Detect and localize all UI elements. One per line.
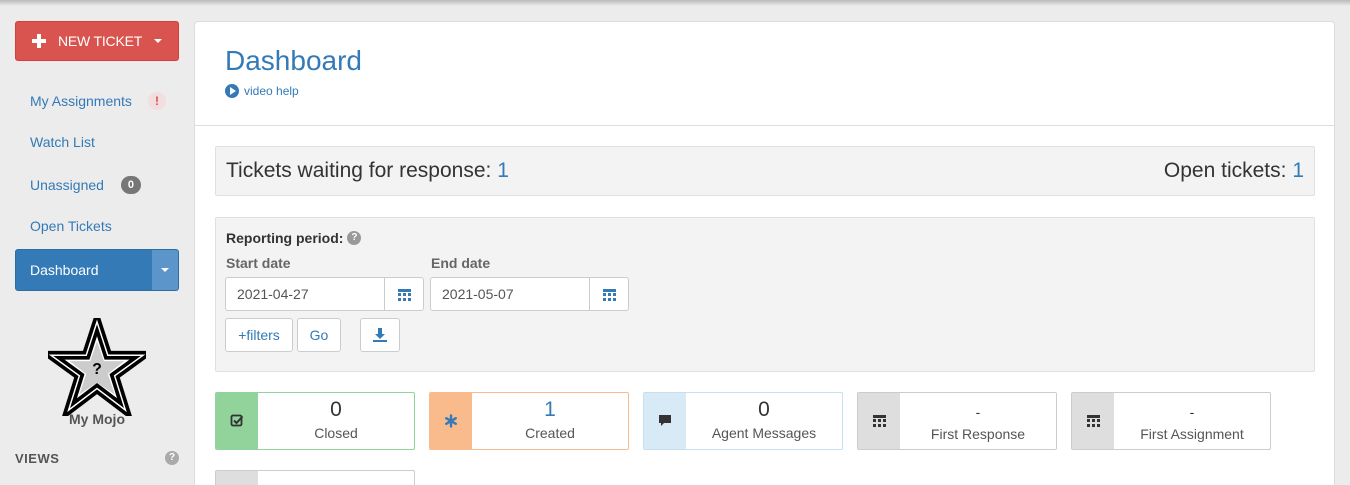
stat-value: - (975, 404, 981, 420)
ticket-summary-bar: Tickets waiting for response: 1 Open tic… (215, 146, 1315, 196)
mojo-question-mark: ? (92, 361, 102, 378)
reporting-period-label: Reporting period: ? (226, 230, 362, 246)
stat-value: 0 (330, 398, 342, 421)
waiting-count-link[interactable]: 1 (497, 159, 509, 182)
sidebar-item-label: My Assignments (30, 93, 132, 109)
go-button[interactable]: Go (297, 318, 341, 352)
open-summary: Open tickets: 1 (1164, 159, 1304, 183)
sidebar-item-watch-list[interactable]: Watch List (30, 134, 95, 150)
reporting-period-text: Reporting period: (226, 230, 344, 246)
stat-card-partial[interactable] (215, 470, 415, 485)
sidebar-item-label: Watch List (30, 134, 95, 150)
comment-icon (644, 393, 686, 449)
page-title: Dashboard (225, 45, 362, 76)
sidebar: NEW TICKET My Assignments ! Watch List U… (0, 0, 194, 485)
video-help-link[interactable]: video help (225, 84, 299, 98)
waiting-summary: Tickets waiting for response: 1 (226, 159, 509, 183)
open-count-link[interactable]: 1 (1292, 159, 1304, 182)
stat-value: - (1189, 404, 1195, 420)
video-help-label: video help (244, 84, 299, 98)
calendar-icon (397, 288, 411, 301)
stat-label: First Assignment (1140, 426, 1244, 442)
end-date-field (430, 277, 629, 311)
sidebar-item-label: Open Tickets (30, 218, 112, 234)
mojo-star-icon: ? (48, 318, 146, 416)
sidebar-item-open-tickets[interactable]: Open Tickets (30, 218, 112, 234)
sidebar-item-label: Unassigned (30, 177, 104, 193)
start-date-label: Start date (226, 255, 291, 271)
waiting-label: Tickets waiting for response: (226, 159, 492, 182)
check-square-icon (216, 393, 258, 449)
stat-card-closed[interactable]: 0 Closed (215, 392, 415, 450)
help-icon[interactable]: ? (165, 451, 179, 465)
start-date-calendar-button[interactable] (385, 278, 423, 310)
help-icon[interactable]: ? (347, 231, 362, 245)
end-date-label: End date (431, 255, 491, 271)
sidebar-item-my-assignments[interactable]: My Assignments ! (30, 92, 166, 110)
views-heading: VIEWS (15, 451, 60, 466)
filters-button[interactable]: +filters (225, 318, 293, 352)
calendar-icon (1072, 393, 1114, 449)
start-date-input[interactable] (226, 278, 385, 310)
download-icon (373, 328, 387, 342)
window-top-shadow (0, 0, 1350, 6)
download-button[interactable] (360, 318, 400, 352)
reporting-period-panel: Reporting period: ? Start date End date … (215, 217, 1315, 372)
alert-badge: ! (147, 92, 166, 110)
sidebar-item-label: Dashboard (30, 262, 99, 278)
stat-card-first-assignment[interactable]: - First Assignment (1071, 392, 1271, 450)
calendar-icon (602, 288, 616, 301)
calendar-icon (858, 393, 900, 449)
my-mojo[interactable]: ? My Mojo (47, 318, 147, 427)
stat-card-created[interactable]: 1 Created (429, 392, 629, 450)
start-date-field (225, 277, 424, 311)
sidebar-item-unassigned[interactable]: Unassigned 0 (30, 176, 141, 194)
stat-label: First Response (930, 426, 1026, 442)
stat-value: 0 (758, 398, 770, 421)
main-panel: Dashboard video help Tickets waiting for… (194, 21, 1335, 485)
stat-label: Created (525, 425, 575, 441)
new-ticket-button[interactable]: NEW TICKET (15, 21, 179, 61)
count-badge: 0 (120, 176, 141, 194)
play-icon (225, 84, 239, 98)
open-label: Open tickets: (1163, 159, 1287, 182)
caret-down-icon (161, 268, 169, 272)
asterisk-icon (430, 393, 472, 449)
caret-down-icon (154, 39, 163, 43)
stat-label: Agent Messages (711, 425, 817, 441)
end-date-calendar-button[interactable] (590, 278, 628, 310)
dashboard-dropdown-toggle[interactable] (152, 250, 178, 290)
header-divider (195, 125, 1334, 126)
stat-value: 1 (544, 398, 556, 421)
stat-card-first-response[interactable]: - First Response (857, 392, 1057, 450)
stat-card-agent-messages[interactable]: 0 Agent Messages (643, 392, 843, 450)
new-ticket-label: NEW TICKET (58, 33, 143, 49)
mojo-label: My Mojo (69, 411, 125, 427)
stat-label: Closed (314, 425, 358, 441)
card-icon-placeholder (216, 471, 258, 485)
sidebar-item-dashboard[interactable]: Dashboard (15, 249, 179, 291)
end-date-input[interactable] (431, 278, 590, 310)
plus-icon (32, 34, 46, 48)
